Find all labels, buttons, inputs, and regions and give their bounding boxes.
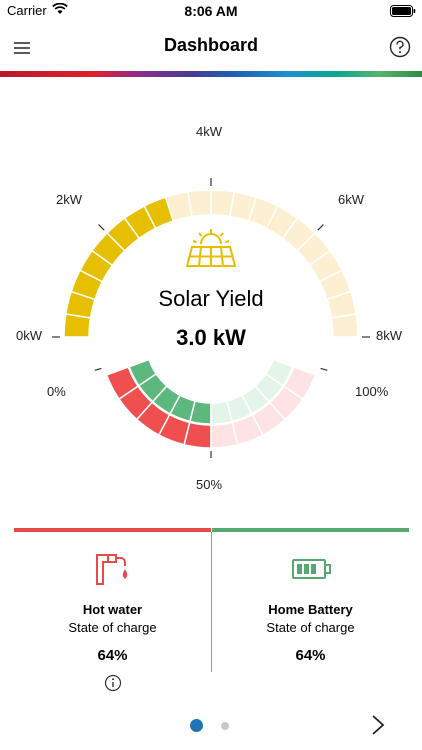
solar-gauge-tick	[98, 224, 105, 231]
page-title: Dashboard	[163, 35, 259, 55]
hot-water-value: 64%	[97, 647, 128, 664]
solar-gauge-segment	[187, 189, 212, 218]
consumption-gauge-tick	[94, 367, 102, 371]
page-indicator-dot[interactable]	[221, 722, 229, 730]
battery-icon	[292, 559, 331, 579]
hot-water-card[interactable]: Hot water State of charge 64%	[14, 528, 211, 677]
gauge-label-100-percent: 100%	[355, 384, 389, 399]
home-battery-card[interactable]: Home Battery State of charge 64%	[212, 528, 409, 677]
home-battery-value: 64%	[295, 647, 326, 664]
gauge-label-50-percent: 50%	[196, 477, 223, 492]
consumption-gauge-tick	[320, 367, 328, 371]
battery-status-icon	[390, 5, 416, 17]
home-battery-subtitle: State of charge	[266, 620, 355, 635]
home-battery-title: Home Battery	[268, 602, 353, 617]
gauge-label-6kw: 6kW	[338, 192, 364, 207]
hot-water-subtitle: State of charge	[68, 620, 157, 635]
brand-stripe	[0, 71, 422, 77]
solar-yield-title: Solar Yield	[158, 286, 264, 311]
help-circle-icon[interactable]	[389, 36, 411, 58]
faucet-icon	[96, 554, 128, 585]
status-bar: Carrier 8:06 AM	[0, 0, 422, 22]
chevron-right-icon[interactable]	[370, 714, 386, 736]
gauge-label-4kw: 4kW	[196, 124, 222, 139]
gauge-label-2kw: 2kW	[56, 192, 82, 207]
page-indicator-dot-active[interactable]	[190, 719, 203, 732]
solar-yield-value: 3.0 kW	[176, 325, 246, 350]
consumption-gauge-segment	[183, 421, 212, 449]
nav-bar: Dashboard	[0, 28, 422, 68]
solar-gauge-tick	[317, 224, 324, 231]
info-icon[interactable]	[104, 674, 122, 692]
hot-water-title: Hot water	[82, 602, 143, 617]
gauge-label-0-percent: 0%	[47, 384, 66, 399]
solar-panel-icon	[185, 229, 237, 267]
status-time: 8:06 AM	[184, 3, 238, 19]
